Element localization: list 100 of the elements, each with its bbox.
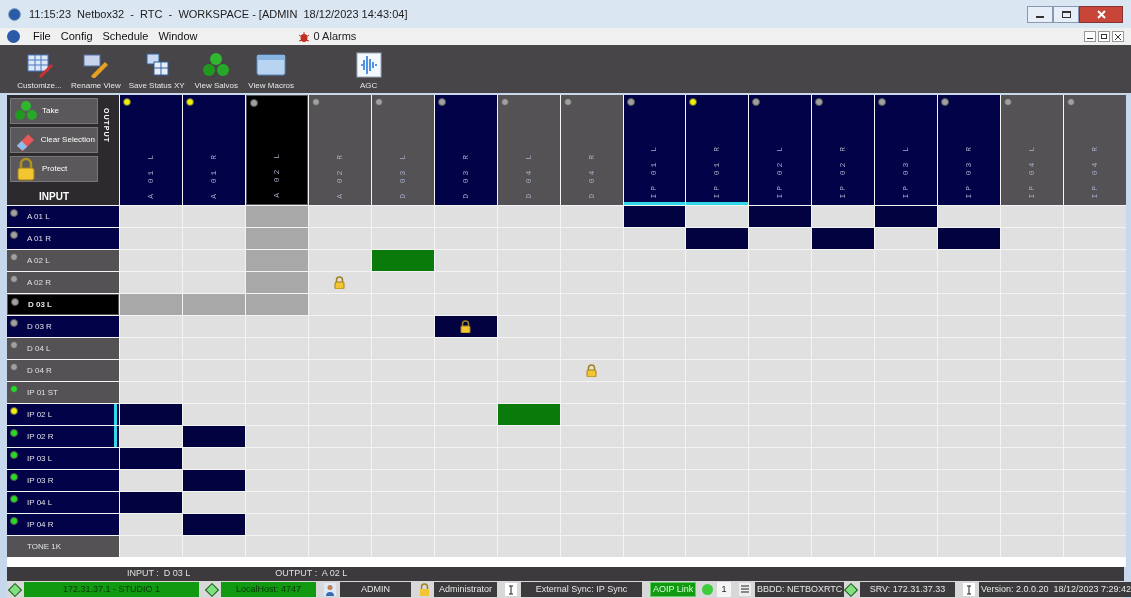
crosspoint[interactable] [434, 206, 497, 227]
close-button[interactable] [1079, 5, 1123, 23]
input-header[interactable]: IP 04 L [7, 492, 119, 513]
crosspoint[interactable] [245, 206, 308, 227]
menu-item[interactable]: Window [153, 28, 203, 45]
crosspoint[interactable] [308, 272, 371, 293]
crosspoint[interactable] [371, 228, 434, 249]
crosspoint[interactable] [120, 426, 182, 447]
crosspoint[interactable] [245, 404, 308, 425]
crosspoint[interactable] [1064, 294, 1126, 315]
crosspoint[interactable] [560, 426, 623, 447]
crosspoint[interactable] [938, 536, 1001, 557]
output-header[interactable]: IP 04 R [1064, 95, 1126, 205]
crosspoint[interactable] [1064, 514, 1126, 535]
input-header[interactable]: IP 02 R [7, 426, 119, 447]
output-header[interactable]: A 02 R [308, 95, 371, 205]
crosspoint[interactable] [182, 404, 245, 425]
crosspoint[interactable] [434, 382, 497, 403]
crosspoint[interactable] [434, 228, 497, 249]
input-header[interactable]: A 01 L [7, 206, 119, 227]
input-header[interactable]: IP 02 L [7, 404, 119, 425]
crosspoint[interactable] [120, 228, 182, 249]
crosspoint[interactable] [182, 206, 245, 227]
crosspoint[interactable] [245, 250, 308, 271]
crosspoint[interactable] [245, 514, 308, 535]
crosspoint[interactable] [812, 536, 875, 557]
restore-icon[interactable] [1098, 31, 1110, 42]
maximize-button[interactable] [1053, 5, 1079, 23]
crosspoint[interactable] [560, 382, 623, 403]
crosspoint[interactable] [120, 514, 182, 535]
crosspoint[interactable] [1064, 360, 1126, 381]
crosspoint[interactable] [245, 228, 308, 249]
menu-item[interactable]: Schedule [97, 28, 154, 45]
crosspoint[interactable] [875, 228, 938, 249]
crosspoint[interactable] [120, 294, 182, 315]
crosspoint[interactable] [497, 382, 560, 403]
crosspoint[interactable] [434, 404, 497, 425]
toolbar-button[interactable]: AGC [348, 52, 389, 91]
crosspoint[interactable] [1064, 448, 1126, 469]
output-header[interactable]: A 01 L [120, 95, 182, 205]
crosspoint[interactable] [245, 448, 308, 469]
crosspoint[interactable] [182, 448, 245, 469]
crosspoint[interactable] [1064, 382, 1126, 403]
output-header[interactable]: IP 01 L [623, 95, 686, 205]
crosspoint[interactable] [686, 536, 749, 557]
crosspoint[interactable] [245, 426, 308, 447]
crosspoint[interactable] [1064, 536, 1126, 557]
crosspoint[interactable] [120, 360, 182, 381]
crosspoint[interactable] [560, 404, 623, 425]
crosspoint[interactable] [245, 316, 308, 337]
crosspoint[interactable] [686, 250, 749, 271]
input-header[interactable]: IP 01 ST [7, 382, 119, 403]
crosspoint[interactable] [182, 536, 245, 557]
crosspoint[interactable] [1001, 536, 1064, 557]
crosspoint[interactable] [812, 206, 875, 227]
crosspoint[interactable] [371, 536, 434, 557]
crosspoint[interactable] [560, 536, 623, 557]
output-header[interactable]: A 02 L [245, 95, 308, 205]
crosspoint[interactable] [1064, 470, 1126, 491]
action-button[interactable]: Protect [10, 156, 98, 182]
input-header[interactable]: IP 04 R [7, 514, 119, 535]
alarms-indicator[interactable]: 0 Alarms [313, 28, 357, 45]
toolbar-button[interactable]: Customize... [12, 52, 67, 91]
crosspoint[interactable] [182, 492, 245, 513]
input-header[interactable]: D 04 R [7, 360, 119, 381]
menu-item[interactable]: File [28, 28, 56, 45]
action-button[interactable]: Take [10, 98, 98, 124]
crosspoint[interactable] [308, 536, 371, 557]
output-header[interactable]: IP 03 R [938, 95, 1001, 205]
crosspoint[interactable] [1064, 228, 1126, 249]
crosspoint[interactable] [560, 360, 623, 381]
crosspoint[interactable] [308, 316, 371, 337]
crosspoint[interactable] [245, 536, 308, 557]
crosspoint[interactable] [308, 294, 371, 315]
crosspoint[interactable] [182, 272, 245, 293]
crosspoint[interactable] [1064, 206, 1126, 227]
crosspoint[interactable] [1001, 228, 1064, 249]
crosspoint[interactable] [371, 272, 434, 293]
crosspoint[interactable] [497, 426, 560, 447]
input-header[interactable]: D 03 R [7, 316, 119, 337]
menu-item[interactable]: Config [55, 28, 98, 45]
crosspoint[interactable] [434, 250, 497, 271]
crosspoint[interactable] [120, 536, 182, 557]
crosspoint[interactable] [120, 250, 182, 271]
crosspoint-route[interactable] [434, 316, 497, 337]
crosspoint[interactable] [497, 206, 560, 227]
close-icon[interactable] [1112, 31, 1124, 42]
crosspoint[interactable] [875, 250, 938, 271]
crosspoint[interactable] [1064, 426, 1126, 447]
crosspoint[interactable] [749, 536, 812, 557]
crosspoint[interactable] [749, 250, 812, 271]
input-header[interactable]: IP 03 R [7, 470, 119, 491]
crosspoint[interactable] [623, 536, 686, 557]
crosspoint[interactable] [1064, 492, 1126, 513]
input-header[interactable]: A 02 R [7, 272, 119, 293]
crosspoint[interactable] [120, 338, 182, 359]
crosspoint[interactable] [120, 272, 182, 293]
crosspoint[interactable] [1064, 404, 1126, 425]
crosspoint[interactable] [308, 206, 371, 227]
crosspoint[interactable] [371, 206, 434, 227]
